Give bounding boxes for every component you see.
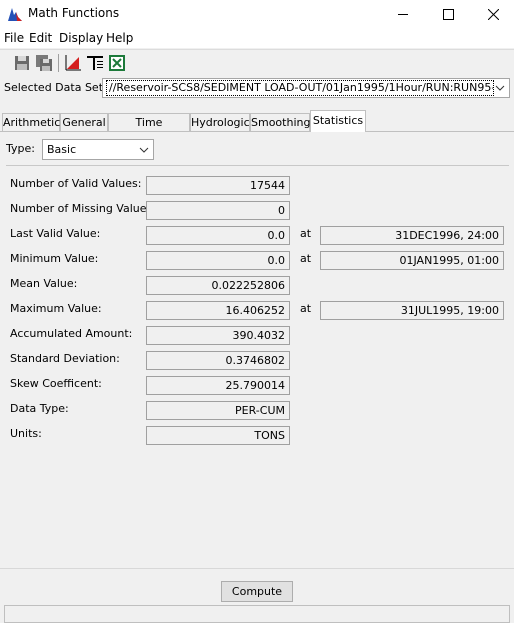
accumulated-field: 390.4032 <box>146 326 290 345</box>
statistics-panel: Type: Basic Number of Valid Values: 1754… <box>0 131 514 569</box>
missing-values-label: Number of Missing Values: <box>10 202 156 215</box>
status-bar <box>4 605 510 623</box>
minimize-icon <box>397 13 408 15</box>
app-icon <box>8 8 22 21</box>
save-as-icon[interactable] <box>35 54 53 72</box>
tab-hydrologic[interactable]: Hydrologic <box>190 113 250 131</box>
type-label: Type: <box>6 142 35 155</box>
last-valid-date-field: 31DEC1996, 24:00 <box>320 226 504 245</box>
tab-arithmetic[interactable]: Arithmetic <box>2 113 60 131</box>
divider <box>6 165 509 166</box>
menu-display[interactable]: Display <box>59 31 103 45</box>
menu-help[interactable]: Help <box>106 31 133 45</box>
toolbar-separator <box>58 54 59 72</box>
last-valid-field: 0.0 <box>146 226 290 245</box>
type-value: Basic <box>47 143 77 156</box>
maximum-date-field: 31JUL1995, 19:00 <box>320 301 504 320</box>
minimum-field: 0.0 <box>146 251 290 270</box>
tabulate-icon[interactable] <box>86 54 104 72</box>
tab-time-functions[interactable]: Time Functions <box>108 113 190 146</box>
maximum-field: 16.406252 <box>146 301 290 320</box>
last-valid-at-label: at <box>300 227 312 240</box>
skew-field: 25.790014 <box>146 376 290 395</box>
valid-values-label: Number of Valid Values: <box>10 177 142 190</box>
missing-values-field: 0 <box>146 201 290 220</box>
type-select[interactable]: Basic <box>42 139 154 160</box>
close-icon <box>487 8 499 20</box>
mean-label: Mean Value: <box>10 277 78 290</box>
toolbar <box>0 49 514 76</box>
valid-values-field: 17544 <box>146 176 290 195</box>
skew-label: Skew Coefficent: <box>10 377 102 390</box>
chevron-down-icon[interactable] <box>135 140 153 159</box>
menu-file[interactable]: File <box>4 31 24 45</box>
plot-icon[interactable] <box>64 54 82 72</box>
data-type-label: Data Type: <box>10 402 69 415</box>
accumulated-label: Accumulated Amount: <box>10 327 133 340</box>
bottom-bar: Compute <box>0 568 514 623</box>
minimize-button[interactable] <box>380 0 426 28</box>
menu-bar: File Edit Display Help <box>0 28 514 48</box>
dataset-value: //Reservoir-SCS8/SEDIMENT LOAD-OUT/01Jan… <box>106 80 494 96</box>
save-icon[interactable] <box>13 54 31 72</box>
window-title: Math Functions <box>28 6 120 20</box>
last-valid-label: Last Valid Value: <box>10 227 101 240</box>
std-dev-label: Standard Deviation: <box>10 352 120 365</box>
maximum-at-label: at <box>300 302 312 315</box>
maximize-button[interactable] <box>425 0 471 28</box>
maximum-label: Maximum Value: <box>10 302 102 315</box>
mean-field: 0.022252806 <box>146 276 290 295</box>
compute-button[interactable]: Compute <box>221 581 293 602</box>
chevron-down-icon[interactable] <box>491 79 509 97</box>
minimum-label: Minimum Value: <box>10 252 99 265</box>
data-type-field: PER-CUM <box>146 401 290 420</box>
dataset-select[interactable]: //Reservoir-SCS8/SEDIMENT LOAD-OUT/01Jan… <box>102 78 510 98</box>
dataset-label: Selected Data Set: <box>4 81 107 94</box>
minimum-date-field: 01JAN1995, 01:00 <box>320 251 504 270</box>
tab-smoothing[interactable]: Smoothing <box>250 113 310 131</box>
maximize-icon <box>442 8 454 20</box>
close-button[interactable] <box>470 0 514 28</box>
minimum-at-label: at <box>300 252 312 265</box>
excel-icon[interactable] <box>108 54 126 72</box>
units-field: TONS <box>146 426 290 445</box>
units-label: Units: <box>10 427 42 440</box>
std-dev-field: 0.3746802 <box>146 351 290 370</box>
title-bar: Math Functions <box>0 0 514 28</box>
tab-general[interactable]: General <box>60 113 108 131</box>
menu-edit[interactable]: Edit <box>29 31 52 45</box>
tab-statistics[interactable]: Statistics <box>310 110 366 132</box>
